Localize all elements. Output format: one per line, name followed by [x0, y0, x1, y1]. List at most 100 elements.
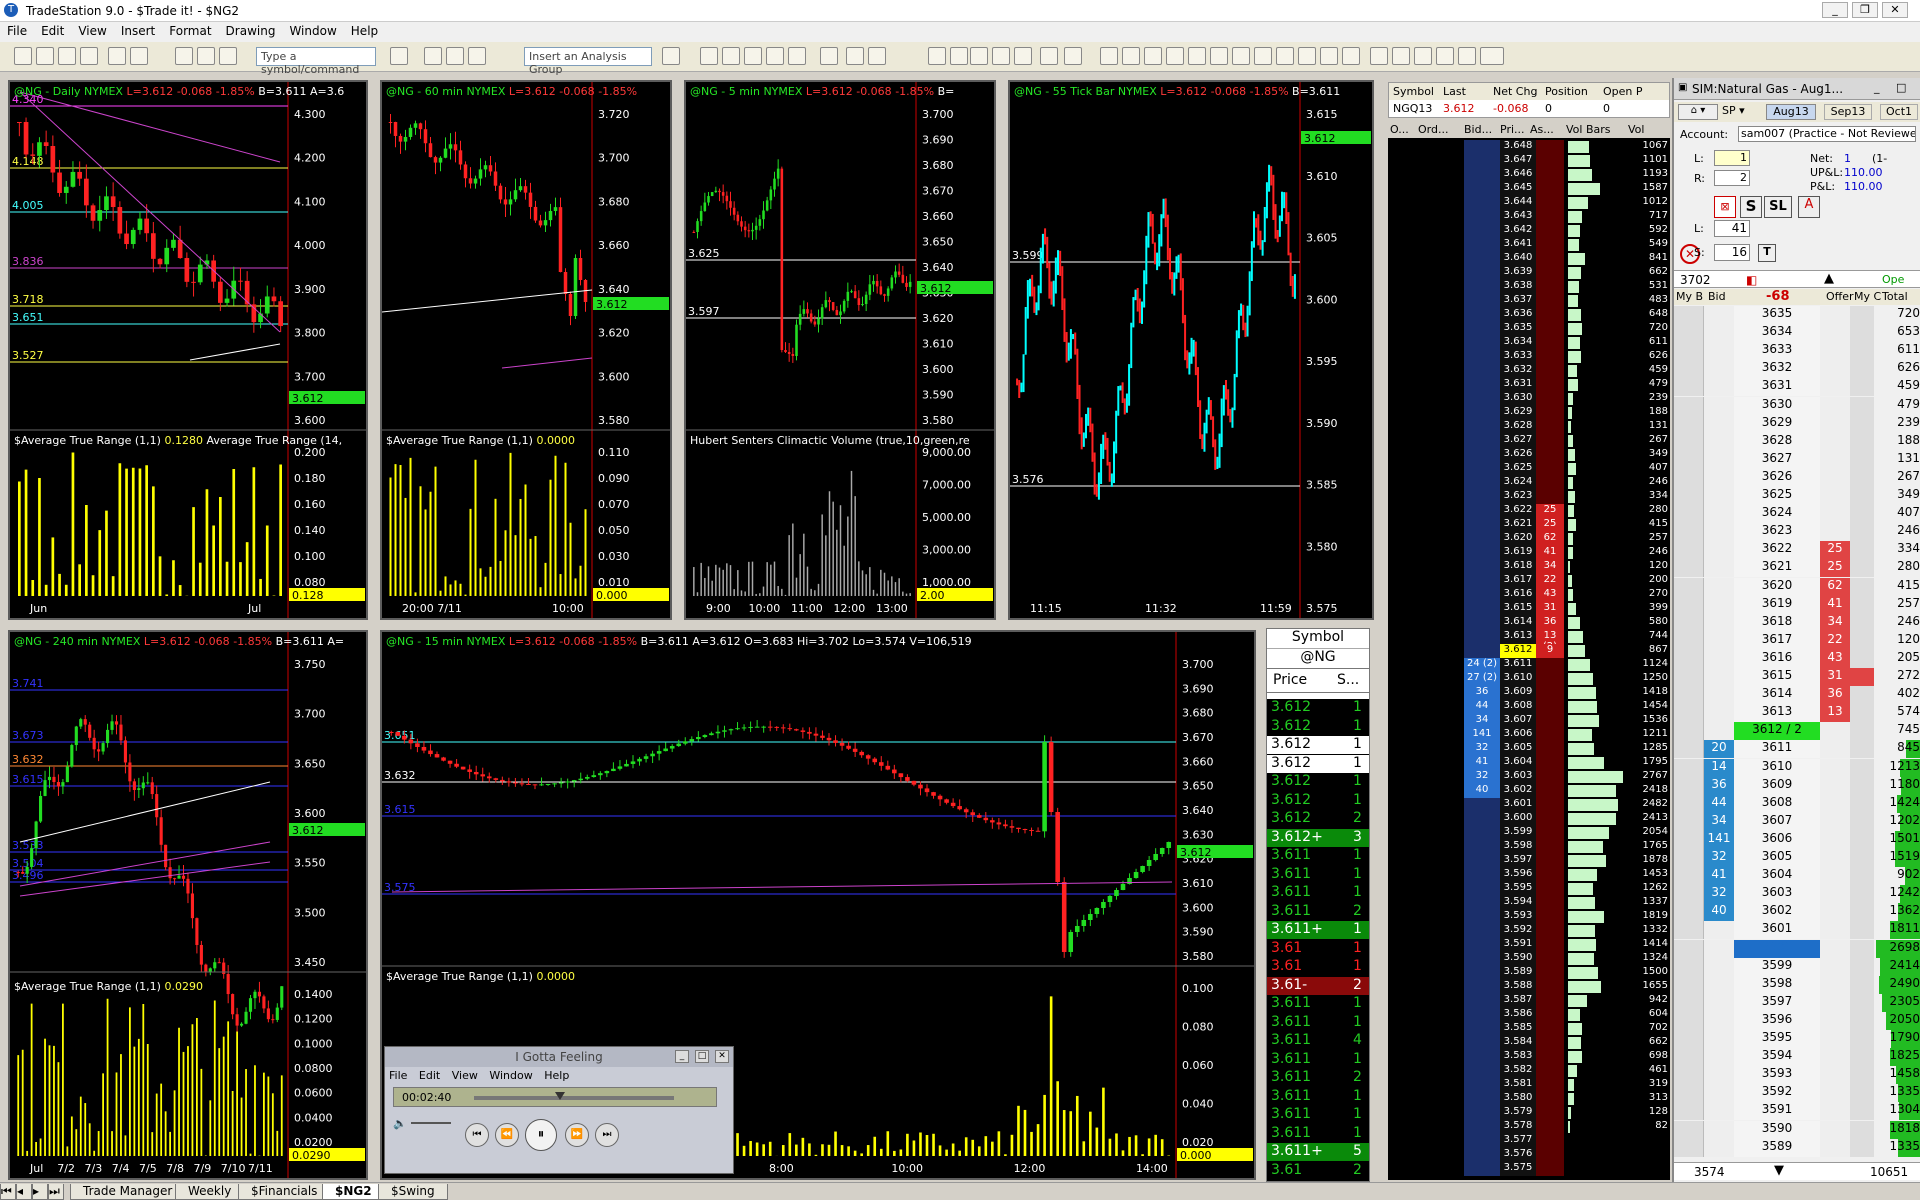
dom-my-offer[interactable] — [1850, 668, 1874, 686]
ladder-row[interactable]: 3.624 246 — [1388, 476, 1670, 490]
close-button[interactable]: ✕ — [1882, 2, 1908, 18]
dom-row[interactable]: 3622 25 334 — [1674, 541, 1920, 560]
dom-price[interactable]: 3622 — [1734, 541, 1820, 560]
dom-my-offer[interactable] — [1850, 1030, 1874, 1048]
dom-price[interactable]: 3628 — [1734, 432, 1820, 451]
dom-row[interactable]: 3597 2305 — [1674, 993, 1920, 1012]
dom-offer[interactable] — [1820, 1011, 1850, 1030]
dom-qty-l-input[interactable]: 41 — [1714, 220, 1750, 237]
pen-icon[interactable] — [1342, 47, 1360, 65]
ohlc-icon[interactable] — [820, 47, 838, 65]
dom-offer[interactable] — [1820, 885, 1850, 904]
dom-offer[interactable] — [1820, 830, 1850, 849]
chart-icon[interactable] — [175, 47, 193, 65]
dom-my-offer[interactable] — [1850, 1120, 1874, 1139]
new-icon[interactable] — [14, 47, 32, 65]
dom-qty-s-input[interactable]: 16 — [1714, 244, 1750, 261]
time-and-sales-window[interactable]: Symbol @NG Price S... 3.612 1 3.612 1 3.612 1… — [1266, 628, 1370, 1182]
dom-my-bid[interactable] — [1674, 450, 1704, 469]
dom-my-offer[interactable] — [1850, 541, 1874, 560]
ladder-row[interactable]: 3.639 662 — [1388, 266, 1670, 280]
dom-my-bid[interactable] — [1674, 595, 1704, 614]
ladder-row[interactable]: 3.628 131 — [1388, 420, 1670, 434]
pointer-icon[interactable] — [970, 47, 988, 65]
speed-lines-icon[interactable] — [1188, 47, 1206, 65]
dom-row[interactable]: 3631 459 — [1674, 378, 1920, 397]
dom-my-bid[interactable] — [1674, 830, 1704, 849]
ladder-row[interactable]: 3.589 1500 — [1388, 966, 1670, 980]
dom-bid[interactable] — [1704, 1102, 1734, 1121]
matrix-header[interactable]: Symbol — [1393, 85, 1434, 98]
dom-sp-dropdown[interactable]: SP ▾ — [1722, 104, 1745, 117]
media-close-button[interactable]: ✕ — [715, 1050, 729, 1063]
dom-bid[interactable]: 40 — [1704, 903, 1734, 922]
dom-my-bid[interactable] — [1674, 722, 1704, 741]
draw-channel-icon[interactable] — [722, 47, 740, 65]
range-icon[interactable] — [1254, 47, 1272, 65]
dom-price[interactable]: 3604 — [1734, 867, 1820, 886]
dom-row[interactable]: 3632 626 — [1674, 360, 1920, 379]
media-progress-thumb[interactable] — [555, 1092, 565, 1100]
ladder-row[interactable]: 3.591 1414 — [1388, 938, 1670, 952]
dom-row[interactable]: 3630 479 — [1674, 396, 1920, 415]
dom-price[interactable]: 3619 — [1734, 595, 1820, 614]
grid-icon[interactable] — [446, 47, 464, 65]
dom-my-offer[interactable] — [1850, 432, 1874, 451]
dom-bid[interactable]: 36 — [1704, 776, 1734, 795]
arc-icon[interactable] — [1320, 47, 1338, 65]
dom-price[interactable]: 3591 — [1734, 1102, 1820, 1121]
dom-offer[interactable]: 34 — [1820, 613, 1850, 632]
dom-bid[interactable]: 41 — [1704, 867, 1734, 886]
dom-price[interactable]: 3633 — [1734, 342, 1820, 361]
dom-bid[interactable] — [1704, 1066, 1734, 1085]
ladder-row[interactable]: 3.627 267 — [1388, 434, 1670, 448]
dom-offer[interactable] — [1820, 396, 1850, 415]
dom-my-offer[interactable] — [1850, 849, 1874, 867]
dom-my-offer[interactable] — [1850, 324, 1874, 343]
ts-col-price[interactable]: Price — [1273, 672, 1307, 688]
candle-icon[interactable] — [766, 47, 784, 65]
color-icon[interactable] — [868, 47, 886, 65]
ladder-row[interactable]: 3.634 611 — [1388, 336, 1670, 350]
ladder-row[interactable]: 3.633 626 — [1388, 350, 1670, 364]
dom-row[interactable]: 3614 36 402 — [1674, 686, 1920, 705]
ladder-row[interactable]: 3.626 349 — [1388, 448, 1670, 462]
dom-my-offer[interactable] — [1850, 523, 1874, 542]
dom-price[interactable]: 3600 — [1734, 939, 1820, 958]
restore-button[interactable]: ❐ — [1852, 2, 1878, 18]
dom-my-bid[interactable] — [1674, 957, 1704, 976]
ladder-row[interactable]: 3.594 1337 — [1388, 896, 1670, 910]
volume-icon[interactable]: 🔈 — [393, 1117, 407, 1130]
dom-bid[interactable] — [1704, 1138, 1734, 1157]
chart-5min[interactable]: 3.7003.6903.6803.6703.6603.6503.6403.630… — [684, 80, 996, 620]
ladder-row[interactable]: 3.622 25 280 — [1388, 504, 1670, 518]
dom-my-offer[interactable] — [1850, 595, 1874, 614]
dom-offer[interactable] — [1820, 957, 1850, 976]
dom-my-bid[interactable] — [1674, 740, 1704, 759]
dom-bid[interactable]: 32 — [1704, 849, 1734, 867]
dom-row[interactable]: 3613 13 574 — [1674, 704, 1920, 723]
dom-my-bid[interactable] — [1674, 324, 1704, 343]
dom-offer[interactable] — [1820, 432, 1850, 451]
dom-offer[interactable]: 22 — [1820, 631, 1850, 650]
dom-bid[interactable] — [1704, 939, 1734, 958]
angle-icon[interactable] — [1232, 47, 1250, 65]
dom-my-offer[interactable] — [1850, 1138, 1874, 1157]
dom-my-offer[interactable] — [1850, 613, 1874, 632]
dom-row[interactable]: 3621 25 280 — [1674, 559, 1920, 578]
dom-row[interactable]: 3616 43 205 — [1674, 649, 1920, 668]
ladder-row[interactable]: 3.615 31 399 — [1388, 602, 1670, 616]
dom-price[interactable]: 3615 — [1734, 668, 1820, 686]
t-button[interactable]: T — [1758, 244, 1776, 262]
ladder-row[interactable]: 27 (2) 3.610 1250 — [1388, 672, 1670, 686]
dom-offer[interactable] — [1820, 903, 1850, 922]
dom-bid[interactable] — [1704, 1084, 1734, 1103]
dom-offer[interactable] — [1820, 867, 1850, 886]
dom-price[interactable]: 3611 — [1734, 740, 1820, 759]
rewind-icon[interactable]: ⏪ — [495, 1123, 519, 1147]
dom-bid[interactable] — [1704, 559, 1734, 578]
ladder-row[interactable]: 44 3.608 1454 — [1388, 700, 1670, 714]
media-progress-track[interactable] — [474, 1092, 674, 1100]
dom-my-offer[interactable] — [1850, 487, 1874, 505]
dom-offer[interactable] — [1820, 360, 1850, 379]
